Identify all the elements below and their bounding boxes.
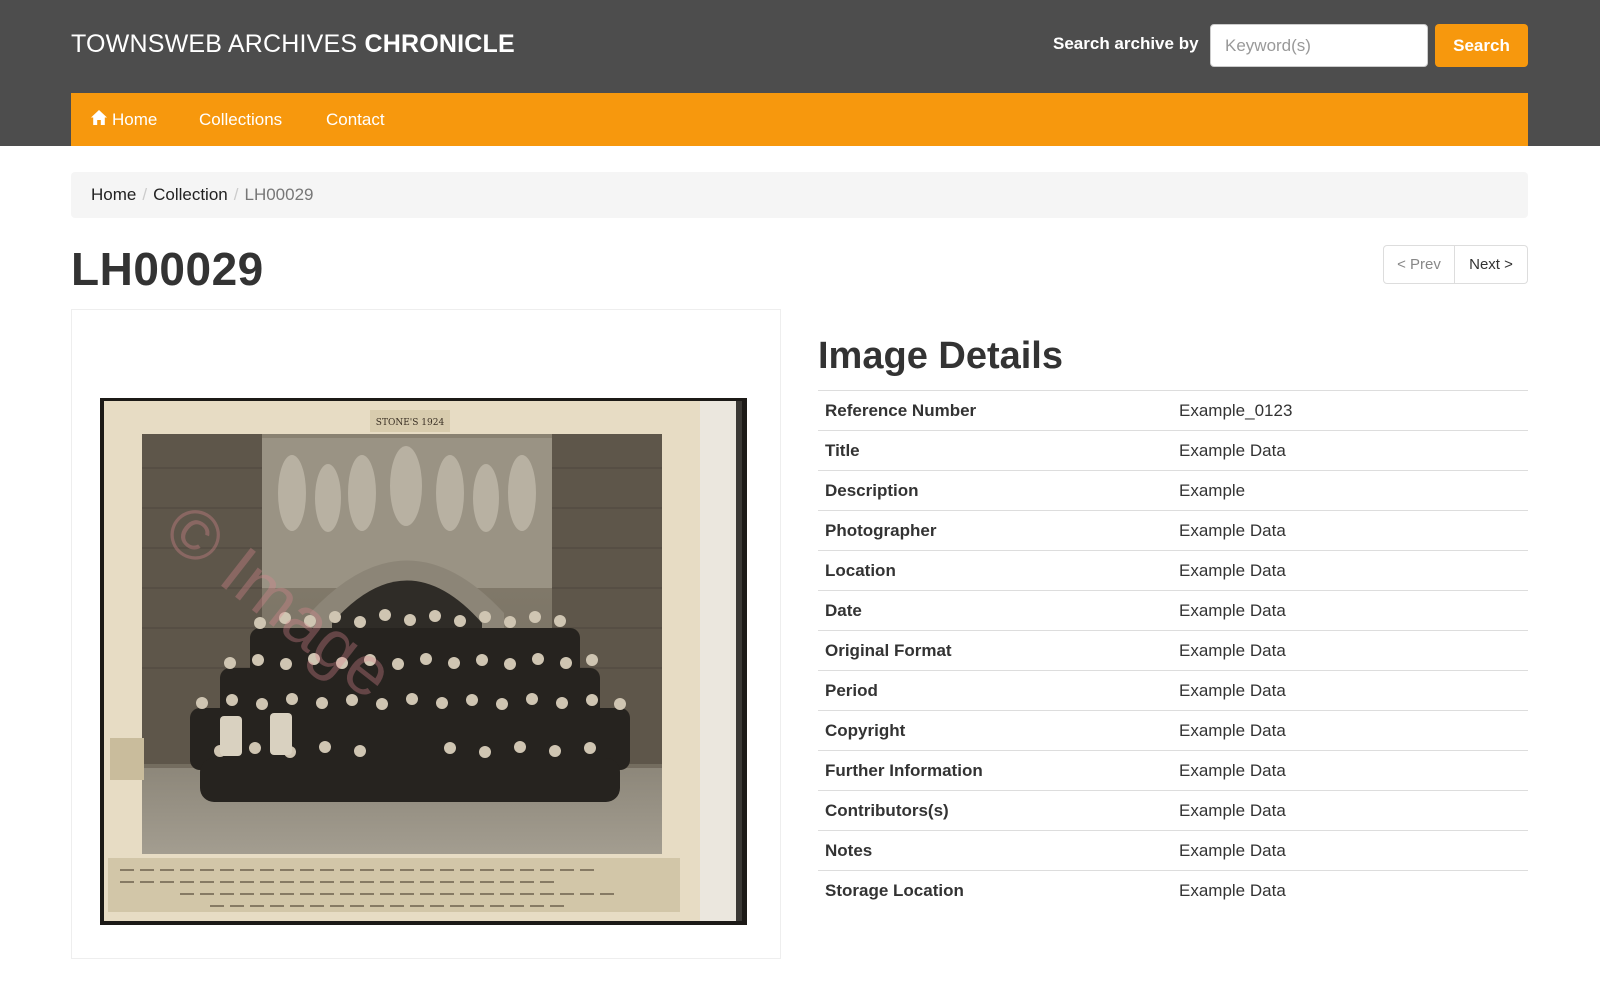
table-row: Period Example Data (818, 670, 1528, 711)
group-of-people (190, 609, 630, 802)
detail-value: Example_0123 (1172, 390, 1528, 431)
image-details-table: Reference Number Example_0123 Title Exampl… (818, 390, 1528, 911)
table-row: Photographer Example Data (818, 510, 1528, 551)
breadcrumb-current: LH00029 (244, 185, 314, 204)
detail-key: Notes (818, 830, 1172, 871)
detail-key: Title (818, 430, 1172, 471)
search-button[interactable]: Search (1435, 24, 1528, 67)
search-input[interactable] (1210, 24, 1428, 67)
detail-value: Example Data (1172, 870, 1528, 911)
table-row: Further Information Example Data (818, 750, 1528, 791)
brand-light-text: TOWNSWEB ARCHIVES (71, 30, 358, 58)
breadcrumb-separator: / (142, 185, 148, 204)
nav-item-collections[interactable]: Collections (199, 93, 282, 146)
detail-key: Reference Number (818, 390, 1172, 431)
table-row: Location Example Data (818, 550, 1528, 591)
detail-key: Location (818, 550, 1172, 591)
search-label: Search archive by (1053, 34, 1199, 53)
breadcrumb: Home / Collection / LH00029 (71, 172, 1528, 218)
detail-value: Example Data (1172, 550, 1528, 591)
page-title: LH00029 (71, 243, 264, 295)
archive-photo[interactable]: STONE'S 1924 © Image (100, 398, 747, 925)
photo-top-label: STONE'S 1924 (376, 418, 445, 428)
detail-value: Example Data (1172, 710, 1528, 751)
record-pager: < Prev Next > (1383, 245, 1528, 284)
detail-value: Example Data (1172, 590, 1528, 631)
image-panel: STONE'S 1924 © Image (71, 309, 781, 959)
detail-key: Further Information (818, 750, 1172, 791)
site-brand[interactable]: TOWNSWEB ARCHIVES CHRONICLE (71, 30, 515, 59)
table-row: Description Example (818, 470, 1528, 511)
table-row: Original Format Example Data (818, 630, 1528, 671)
detail-key: Copyright (818, 710, 1172, 751)
image-details-heading: Image Details (818, 335, 1063, 377)
site-header: TOWNSWEB ARCHIVES CHRONICLE Search archi… (0, 0, 1600, 146)
detail-key: Photographer (818, 510, 1172, 551)
detail-key: Description (818, 470, 1172, 511)
table-row: Title Example Data (818, 430, 1528, 471)
detail-value: Example (1172, 470, 1528, 511)
detail-value: Example Data (1172, 510, 1528, 551)
detail-key: Original Format (818, 630, 1172, 671)
nav-item-contact[interactable]: Contact (326, 93, 385, 146)
breadcrumb-separator: / (233, 185, 239, 204)
detail-value: Example Data (1172, 830, 1528, 871)
next-button[interactable]: Next > (1455, 245, 1528, 284)
nav-item-home[interactable]: Home (90, 93, 157, 146)
table-row: Notes Example Data (818, 830, 1528, 871)
brand-bold-text: CHRONICLE (364, 30, 515, 58)
detail-value: Example Data (1172, 790, 1528, 831)
detail-key: Storage Location (818, 870, 1172, 911)
detail-key: Period (818, 670, 1172, 711)
main-nav: Home Collections Contact (71, 93, 1528, 146)
breadcrumb-home[interactable]: Home (91, 185, 136, 204)
detail-key: Contributors(s) (818, 790, 1172, 831)
table-row: Contributors(s) Example Data (818, 790, 1528, 831)
prev-button[interactable]: < Prev (1383, 245, 1455, 284)
detail-value: Example Data (1172, 630, 1528, 671)
detail-value: Example Data (1172, 430, 1528, 471)
detail-key: Date (818, 590, 1172, 631)
breadcrumb-collection[interactable]: Collection (153, 185, 228, 204)
table-row: Date Example Data (818, 590, 1528, 631)
table-row: Reference Number Example_0123 (818, 390, 1528, 431)
detail-value: Example Data (1172, 670, 1528, 711)
table-row: Storage Location Example Data (818, 870, 1528, 911)
home-icon (91, 110, 107, 125)
nav-home-label: Home (112, 110, 158, 129)
detail-value: Example Data (1172, 750, 1528, 791)
table-row: Copyright Example Data (818, 710, 1528, 751)
